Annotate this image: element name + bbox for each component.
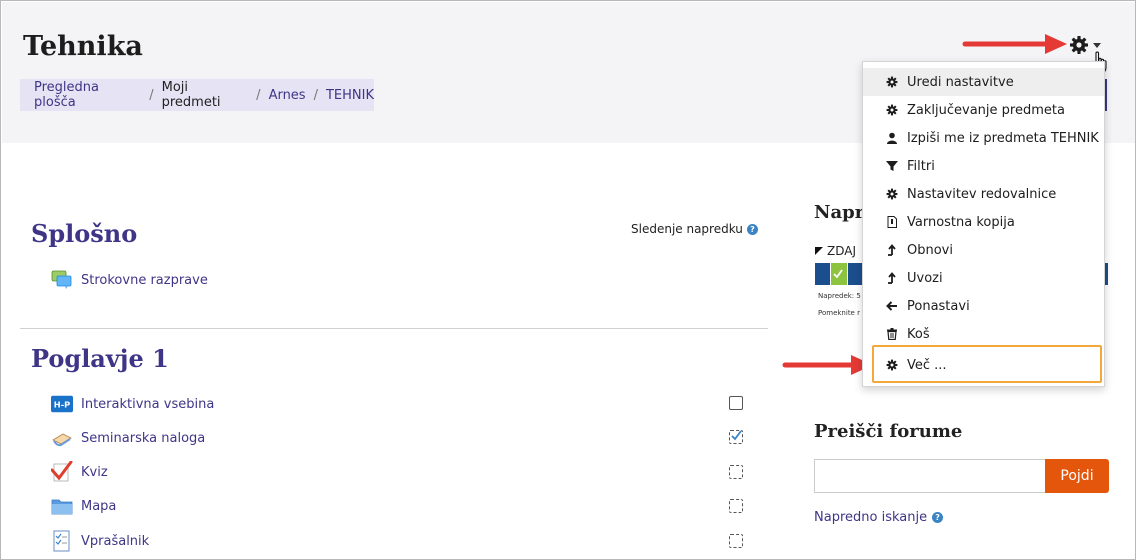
menu-item-restore[interactable]: Obnovi — [863, 236, 1104, 264]
menu-item-edit-settings[interactable]: Uredi nastavitve — [863, 68, 1104, 96]
breadcrumb-separator: / — [149, 87, 154, 103]
highlight-box — [872, 345, 1102, 383]
help-icon[interactable]: ? — [932, 512, 944, 523]
menu-item-label: Zaključevanje predmeta — [907, 102, 1065, 118]
folder-icon — [51, 495, 73, 517]
completion-checkbox[interactable] — [729, 534, 743, 548]
activity-item[interactable]: Strokovne razprave — [51, 269, 208, 291]
activity-link[interactable]: Mapa — [81, 499, 116, 514]
breadcrumb: Pregledna plošča / Moji predmeti / Arnes… — [20, 79, 374, 111]
menu-item-reset[interactable]: Ponastavi — [863, 292, 1104, 320]
menu-item-label: Obnovi — [907, 242, 953, 258]
menu-item-label: Varnostna kopija — [907, 214, 1015, 230]
activity-link[interactable]: Kviz — [81, 465, 108, 480]
menu-item-label: Izpiši me iz predmeta TEHNIK — [907, 130, 1099, 146]
upload-icon — [886, 272, 898, 284]
menu-item-label: Uredi nastavitve — [907, 74, 1014, 90]
completion-checkbox[interactable] — [729, 465, 743, 479]
menu-item-unenrol[interactable]: Izpiši me iz predmeta TEHNIK — [863, 124, 1104, 152]
user-icon — [886, 132, 898, 144]
advanced-search: Napredno iskanje ? — [814, 510, 944, 525]
arrow-left-icon — [886, 300, 898, 312]
forum-search-button[interactable]: Pojdi — [1045, 459, 1109, 493]
progress-now-text: ZDAJ — [827, 244, 856, 258]
forum-search-title: Preišči forume — [814, 421, 963, 442]
progress-info-text: Pomeknite r — [818, 309, 860, 317]
menu-item-recycle-bin[interactable]: Koš — [863, 320, 1104, 348]
assignment-icon — [51, 427, 73, 449]
menu-item-label: Uvozi — [907, 270, 943, 286]
progress-cell[interactable] — [847, 263, 863, 285]
file-icon — [886, 216, 898, 228]
chevron-down-icon — [1093, 42, 1101, 48]
activity-item[interactable]: Vprašalnik — [51, 530, 149, 552]
menu-item-course-completion[interactable]: Zaključevanje predmeta — [863, 96, 1104, 124]
progress-bar[interactable] — [815, 263, 863, 285]
upload-icon — [886, 244, 898, 256]
help-icon[interactable]: ? — [746, 223, 758, 235]
trash-icon — [886, 328, 898, 340]
menu-item-label: Filtri — [907, 158, 935, 174]
activity-link[interactable]: Interaktivna vsebina — [81, 397, 214, 412]
completion-checkbox[interactable] — [729, 499, 743, 513]
activity-item[interactable]: Mapa — [51, 495, 116, 517]
section-title: Poglavje 1 — [31, 344, 169, 373]
progress-now-label: ZDAJ — [815, 244, 856, 258]
forum-icon — [51, 269, 73, 291]
marker-icon — [815, 247, 823, 255]
gear-icon — [1070, 36, 1088, 54]
progress-cell[interactable] — [815, 263, 831, 285]
h5p-icon: H-P — [51, 393, 73, 415]
activity-item[interactable]: Kviz — [51, 461, 108, 483]
activity-link[interactable]: Strokovne razprave — [81, 273, 208, 288]
activity-link[interactable]: Vprašalnik — [81, 534, 149, 549]
menu-item-gradebook-setup[interactable]: Nastavitev redovalnice — [863, 180, 1104, 208]
completion-checkbox[interactable] — [729, 396, 743, 410]
menu-item-label: Koš — [907, 326, 930, 342]
breadcrumb-course[interactable]: TEHNIK — [326, 88, 374, 103]
activity-item[interactable]: H-P Interaktivna vsebina — [51, 393, 214, 415]
menu-item-label: Ponastavi — [907, 298, 970, 314]
menu-item-filters[interactable]: Filtri — [863, 152, 1104, 180]
gear-icon — [886, 188, 898, 200]
pointer-arrow-icon — [962, 34, 1067, 54]
completion-tracking-label: Sledenje napredku ? — [631, 222, 758, 236]
svg-text:H-P: H-P — [54, 400, 70, 410]
window-frame: Tehnika Pregledna plošča / Moji predmeti… — [0, 0, 1136, 560]
advanced-search-link[interactable]: Napredno iskanje — [814, 510, 927, 525]
menu-item-backup[interactable]: Varnostna kopija — [863, 208, 1104, 236]
progress-cell[interactable] — [831, 263, 847, 285]
gear-icon — [886, 104, 898, 116]
forum-search-input[interactable] — [814, 459, 1046, 493]
course-actions-menu: Uredi nastavitve Zaključevanje predmeta … — [862, 61, 1105, 387]
activity-link[interactable]: Seminarska naloga — [81, 431, 205, 446]
section-title: Splošno — [31, 219, 138, 248]
activity-item[interactable]: Seminarska naloga — [51, 427, 205, 449]
quiz-icon — [51, 461, 73, 483]
breadcrumb-separator: / — [256, 87, 261, 103]
gear-icon — [886, 76, 898, 88]
breadcrumb-dashboard[interactable]: Pregledna plošča — [34, 80, 141, 110]
menu-item-label: Nastavitev redovalnice — [907, 186, 1057, 202]
progress-info-text: Napredek: 5 — [818, 292, 861, 300]
questionnaire-icon — [51, 530, 73, 552]
breadcrumb-separator: / — [313, 87, 318, 103]
breadcrumb-arnes[interactable]: Arnes — [269, 88, 306, 103]
menu-item-import[interactable]: Uvozi — [863, 264, 1104, 292]
completion-tracking-text: Sledenje napredku — [631, 222, 743, 236]
breadcrumb-my-courses[interactable]: Moji predmeti — [162, 80, 249, 110]
filter-icon — [886, 160, 898, 172]
page-title: Tehnika — [23, 31, 143, 62]
completion-checkbox[interactable] — [729, 430, 743, 444]
section-divider — [20, 328, 768, 329]
